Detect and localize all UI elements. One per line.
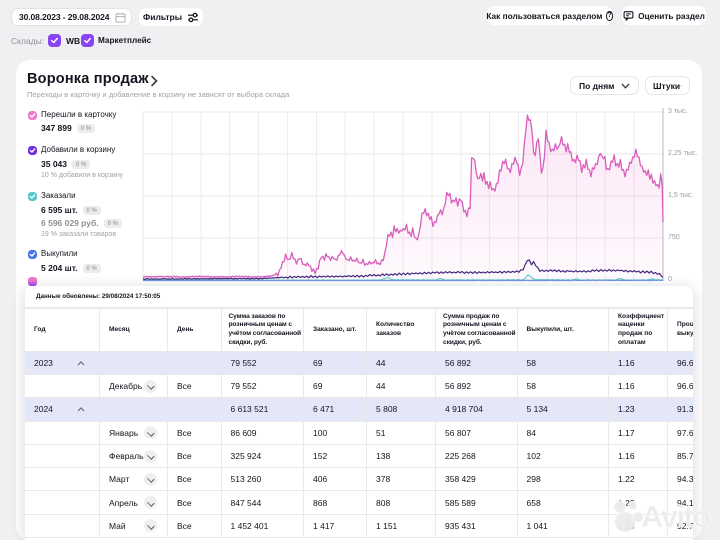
svg-text:Avito: Avito <box>641 499 710 534</box>
